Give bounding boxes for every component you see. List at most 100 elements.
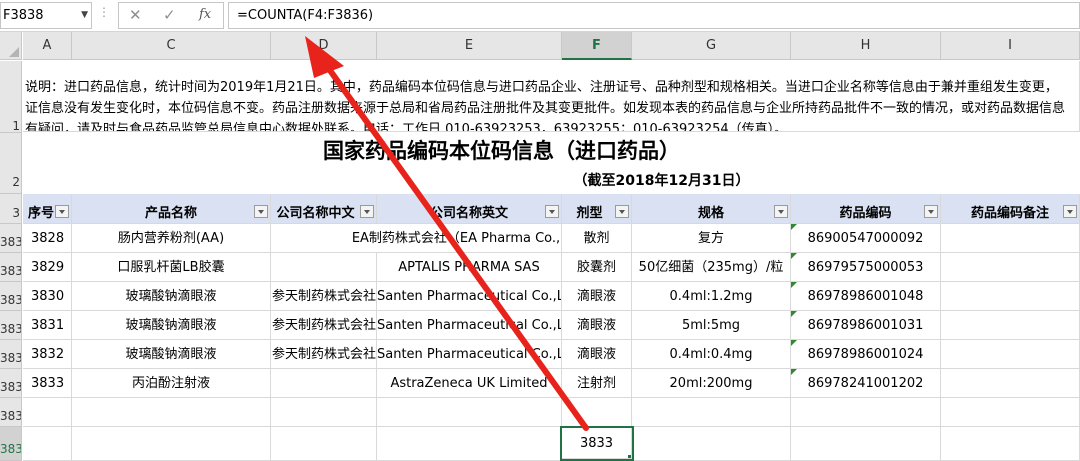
column-header-h[interactable]: H — [791, 32, 941, 60]
table-cell[interactable] — [632, 427, 791, 461]
column-header-c[interactable]: C — [72, 32, 271, 60]
table-cell[interactable]: 胶囊剂 — [562, 253, 632, 282]
table-cell[interactable]: 玻璃酸钠滴眼液 — [72, 311, 271, 340]
header-cell-product[interactable]: 产品名称 — [72, 194, 271, 224]
table-cell[interactable] — [72, 427, 271, 461]
table-cell[interactable] — [941, 398, 1080, 427]
table-cell[interactable]: 口服乳杆菌LB胶囊 — [72, 253, 271, 282]
table-cell[interactable]: 肠内营养粉剂(AA) — [72, 224, 271, 253]
column-header-e[interactable]: E — [377, 32, 562, 60]
table-cell[interactable]: Santen Pharmaceutical Co.,Ltd — [377, 340, 562, 369]
table-cell[interactable]: 0.4ml:0.4mg — [632, 340, 791, 369]
close-icon[interactable]: ✕ — [129, 6, 142, 24]
table-cell[interactable]: 20ml:200mg — [632, 369, 791, 398]
table-cell[interactable] — [562, 398, 632, 427]
table-cell[interactable]: 参天制药株式会社 — [271, 340, 377, 369]
table-cell[interactable] — [941, 340, 1080, 369]
table-cell[interactable]: 3833 — [23, 369, 72, 398]
select-all-corner[interactable] — [0, 32, 22, 60]
filter-dropdown-icon[interactable] — [545, 205, 559, 218]
table-cell[interactable]: 3832 — [23, 340, 72, 369]
table-cell[interactable] — [271, 398, 377, 427]
table-cell[interactable] — [941, 311, 1080, 340]
table-cell[interactable] — [271, 369, 377, 398]
table-cell[interactable] — [791, 398, 941, 427]
table-cell[interactable] — [377, 398, 562, 427]
row-header-2[interactable]: 2 — [0, 133, 22, 194]
table-cell[interactable]: 0.4ml:1.2mg — [632, 282, 791, 311]
row-header-3832[interactable]: 3832 — [0, 253, 22, 282]
filter-dropdown-icon[interactable] — [615, 205, 629, 218]
row-header-3837[interactable]: 3837 — [0, 398, 22, 427]
table-cell[interactable]: 丙泊酚注射液 — [72, 369, 271, 398]
table-cell[interactable]: 玻璃酸钠滴眼液 — [72, 282, 271, 311]
table-cell[interactable] — [632, 398, 791, 427]
table-cell[interactable]: 散剂 — [562, 224, 632, 253]
header-cell-spec[interactable]: 规格 — [632, 194, 791, 224]
table-cell[interactable]: APTALIS PHARMA SAS — [377, 253, 562, 282]
table-cell[interactable]: Santen Pharmaceutical Co.,Ltd — [377, 282, 562, 311]
table-cell[interactable] — [377, 427, 562, 461]
table-cell[interactable]: AstraZeneca UK Limited — [377, 369, 562, 398]
selected-cell-f3838[interactable]: 3833 — [560, 426, 634, 461]
row-header-3835[interactable]: 3835 — [0, 340, 22, 369]
filter-dropdown-icon[interactable] — [924, 205, 938, 218]
table-cell[interactable]: 3831 — [23, 311, 72, 340]
table-cell[interactable]: 5ml:5mg — [632, 311, 791, 340]
table-cell[interactable]: 86978986001024 — [791, 340, 941, 369]
name-box[interactable]: F3838 ▼ — [0, 2, 92, 29]
table-cell[interactable] — [271, 253, 377, 282]
column-header-i[interactable]: I — [941, 32, 1080, 60]
table-cell[interactable]: 3829 — [23, 253, 72, 282]
table-cell[interactable] — [23, 427, 72, 461]
row-header-3831[interactable]: 3831 — [0, 224, 22, 253]
header-cell-code[interactable]: 药品编码 — [791, 194, 941, 224]
table-cell[interactable]: 86978241001202 — [791, 369, 941, 398]
table-cell[interactable]: 玻璃酸钠滴眼液 — [72, 340, 271, 369]
table-cell[interactable]: 86900547000092 — [791, 224, 941, 253]
table-cell[interactable] — [271, 427, 377, 461]
header-cell-company-cn[interactable]: 公司名称中文 — [271, 194, 377, 224]
header-cell-code-remark[interactable]: 药品编码备注 — [941, 194, 1080, 224]
row-header-3833[interactable]: 3833 — [0, 282, 22, 311]
filter-dropdown-icon[interactable] — [360, 205, 374, 218]
table-cell[interactable]: EA制药株式会社（EA Pharma Co., — [271, 224, 562, 253]
chevron-down-icon[interactable]: ▼ — [81, 3, 88, 28]
table-cell[interactable]: 86978986001048 — [791, 282, 941, 311]
table-cell[interactable] — [23, 398, 72, 427]
header-cell-form[interactable]: 剂型 — [562, 194, 632, 224]
table-cell[interactable]: 滴眼液 — [562, 282, 632, 311]
row-header-3[interactable]: 3 — [0, 194, 22, 224]
row-header-3836[interactable]: 3836 — [0, 369, 22, 398]
table-cell[interactable]: 参天制药株式会社 — [271, 311, 377, 340]
table-cell[interactable]: 注射剂 — [562, 369, 632, 398]
row-header-3834[interactable]: 3834 — [0, 311, 22, 340]
table-cell[interactable]: 参天制药株式会社 — [271, 282, 377, 311]
sheet-title[interactable]: 国家药品编码本位码信息（进口药品） — [23, 133, 1080, 169]
table-cell[interactable] — [791, 427, 941, 461]
row-header-1[interactable]: 1 — [0, 61, 22, 133]
sheet-subtitle[interactable]: （截至2018年12月31日） — [23, 169, 1080, 193]
table-cell[interactable]: 滴眼液 — [562, 311, 632, 340]
header-cell-company-en[interactable]: 公司名称英文 — [377, 194, 562, 224]
table-cell[interactable]: 复方 — [632, 224, 791, 253]
table-cell[interactable]: Santen Pharmaceutical Co.,Ltd — [377, 311, 562, 340]
filter-dropdown-icon[interactable] — [774, 205, 788, 218]
sheet-note[interactable]: 说明：进口药品信息，统计时间为2019年1月21日。其中，药品编码本位码信息与进… — [23, 61, 1080, 132]
formula-input[interactable]: =COUNTA(F4:F3836) — [228, 2, 1080, 29]
table-cell[interactable]: 滴眼液 — [562, 340, 632, 369]
check-icon[interactable]: ✓ — [163, 6, 176, 24]
filter-dropdown-icon[interactable] — [1063, 205, 1077, 218]
filter-dropdown-icon[interactable] — [254, 205, 268, 218]
table-cell[interactable] — [941, 369, 1080, 398]
column-header-g[interactable]: G — [632, 32, 791, 60]
table-cell[interactable] — [941, 253, 1080, 282]
table-cell[interactable]: 50亿细菌（235mg）/粒 — [632, 253, 791, 282]
table-cell[interactable] — [72, 398, 271, 427]
table-cell[interactable]: 86978986001031 — [791, 311, 941, 340]
table-cell[interactable]: 3830 — [23, 282, 72, 311]
column-header-a[interactable]: A — [23, 32, 72, 60]
table-cell[interactable]: 86979575000053 — [791, 253, 941, 282]
header-cell-seq[interactable]: 序号 — [23, 194, 72, 224]
fx-icon[interactable]: fx — [199, 7, 211, 22]
